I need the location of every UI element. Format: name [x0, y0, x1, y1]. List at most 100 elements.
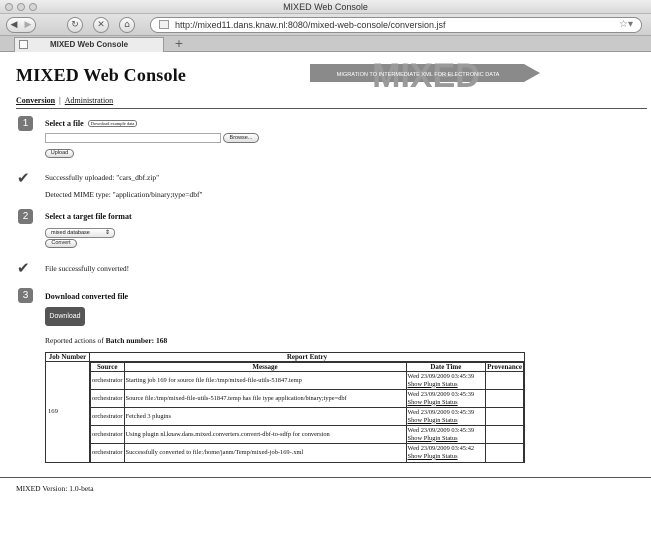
- table-row: orchestrator Using plugin nl.knaw.dans.m…: [90, 425, 524, 444]
- row-source: orchestrator: [90, 407, 125, 426]
- row-datetime: Wed 23/09/2009 03:45:39: [407, 373, 475, 380]
- show-plugin-status-link[interactable]: Show Plugin Status: [408, 453, 485, 461]
- window-title: MIXED Web Console: [283, 2, 368, 12]
- row-provenance: [485, 443, 524, 462]
- upload-button[interactable]: Upload: [45, 149, 74, 158]
- download-button[interactable]: Download: [45, 307, 85, 326]
- upload-success-check-icon: ✔: [17, 169, 30, 187]
- browser-toolbar: ◀ ▶ ↻ ✕ ⌂ http://mixed11.dans.knaw.nl:80…: [0, 14, 651, 36]
- step-3-badge: 3: [18, 288, 33, 303]
- stop-icon: ✕: [97, 20, 105, 30]
- col-provenance: Provenance: [485, 362, 524, 372]
- row-provenance: [485, 407, 524, 426]
- report-entry-cell: Source Message Date Time Provenance orch…: [89, 361, 525, 463]
- close-window-icon[interactable]: [5, 3, 13, 11]
- back-icon[interactable]: ◀: [11, 20, 18, 30]
- minimize-window-icon[interactable]: [17, 3, 25, 11]
- forward-icon[interactable]: ▶: [25, 20, 32, 30]
- step-3-heading: Download converted file: [45, 292, 129, 301]
- mixed-logo-banner: MIXED MIGRATION TO INTERMEDIATE XML FOR …: [310, 57, 540, 90]
- convert-success-check-icon: ✔: [17, 259, 30, 277]
- step-1-heading: Select a file Download example data: [45, 119, 138, 128]
- step-2-heading: Select a target file format: [45, 212, 132, 221]
- address-bar[interactable]: http://mixed11.dans.knaw.nl:8080/mixed-w…: [150, 17, 642, 33]
- page-title: MIXED Web Console: [16, 65, 187, 85]
- report-body-row: 169 Source Message Date Time Provenance …: [45, 361, 525, 463]
- table-row: orchestrator Fetched 3 plugins Wed 23/09…: [90, 407, 524, 426]
- footer-divider: [0, 477, 651, 478]
- show-plugin-status-link[interactable]: Show Plugin Status: [408, 399, 485, 407]
- row-datetime: Wed 23/09/2009 03:45:39: [407, 427, 475, 434]
- step-1-heading-text: Select a file: [45, 119, 84, 128]
- target-format-value: mixed database: [51, 230, 90, 236]
- page-content: MIXED Web Console MIXED MIGRATION TO INT…: [0, 53, 651, 541]
- col-message: Message: [123, 362, 407, 372]
- row-source: orchestrator: [90, 389, 125, 408]
- main-nav: Conversion | Administration: [16, 96, 113, 105]
- col-datetime: Date Time: [405, 362, 487, 372]
- footer-version: MIXED Version: 1.0-beta: [16, 484, 94, 493]
- back-forward-buttons[interactable]: ◀ ▶: [6, 17, 36, 33]
- tab-favicon-icon: [19, 40, 28, 49]
- window-titlebar: MIXED Web Console: [0, 0, 651, 14]
- col-job-number: Job Number: [45, 352, 90, 362]
- row-message: Starting job 169 for source file file:/t…: [123, 371, 407, 390]
- entries-header-row: Source Message Date Time Provenance: [90, 362, 524, 372]
- show-plugin-status-link[interactable]: Show Plugin Status: [408, 417, 485, 425]
- row-message: Fetched 3 plugins: [123, 407, 407, 426]
- download-example-data-link[interactable]: Download example data: [87, 120, 138, 127]
- mime-type-message: Detected MIME type: "application/binary;…: [45, 190, 203, 199]
- nav-link-administration[interactable]: Administration: [65, 96, 113, 105]
- target-format-select[interactable]: mixed database ⇕: [45, 228, 115, 238]
- tab-mixed-web-console[interactable]: MIXED Web Console: [14, 37, 164, 52]
- tab-label: MIXED Web Console: [49, 40, 129, 49]
- step-1-badge: 1: [18, 116, 33, 131]
- row-source: orchestrator: [90, 425, 125, 444]
- address-url: http://mixed11.dans.knaw.nl:8080/mixed-w…: [175, 20, 446, 30]
- table-row: orchestrator Successfully converted to f…: [90, 443, 524, 462]
- report-entries: Source Message Date Time Provenance orch…: [90, 362, 524, 462]
- header-divider: [16, 108, 647, 109]
- row-message: Source file:/tmp/mixed-file-utils-51847.…: [123, 389, 407, 408]
- show-plugin-status-link[interactable]: Show Plugin Status: [408, 435, 485, 443]
- tab-strip: MIXED Web Console +: [0, 36, 651, 52]
- zoom-window-icon[interactable]: [29, 3, 37, 11]
- banner-tagline: MIGRATION TO INTERMEDIATE XML FOR ELECTR…: [337, 72, 500, 78]
- uploaded-message: Successfully uploaded: "cars_dbf.zip": [45, 173, 160, 182]
- job-number-cell: 169: [45, 361, 90, 463]
- converted-message: File successfully converted!: [45, 264, 130, 273]
- stop-button[interactable]: ✕: [93, 17, 109, 33]
- bookmark-star-icon[interactable]: ☆▾: [619, 18, 633, 32]
- row-datetime: Wed 23/09/2009 03:45:39: [407, 391, 475, 398]
- row-source: orchestrator: [90, 371, 125, 390]
- new-tab-button[interactable]: +: [170, 37, 188, 51]
- batch-prefix: Reported actions of: [45, 336, 104, 345]
- reload-icon: ↻: [71, 20, 79, 30]
- table-row: orchestrator Starting job 169 for source…: [90, 371, 524, 390]
- browse-button[interactable]: Browse...: [223, 133, 259, 143]
- row-datetime-cell: Wed 23/09/2009 03:45:39 Show Plugin Statu…: [405, 425, 487, 444]
- row-datetime-cell: Wed 23/09/2009 03:45:39 Show Plugin Statu…: [405, 389, 487, 408]
- report-header-row: Job Number Report Entry: [45, 352, 525, 362]
- step-2-badge: 2: [18, 209, 33, 224]
- row-datetime-cell: Wed 23/09/2009 03:45:39 Show Plugin Statu…: [405, 371, 487, 390]
- row-provenance: [485, 371, 524, 390]
- select-arrows-icon: ⇕: [104, 230, 110, 236]
- row-source: orchestrator: [90, 443, 125, 462]
- row-datetime-cell: Wed 23/09/2009 03:45:42 Show Plugin Statu…: [405, 443, 487, 462]
- row-message: Using plugin nl.knaw.dans.mixed.converte…: [123, 425, 407, 444]
- convert-button[interactable]: Convert: [45, 239, 77, 248]
- reload-button[interactable]: ↻: [67, 17, 83, 33]
- row-datetime-cell: Wed 23/09/2009 03:45:39 Show Plugin Statu…: [405, 407, 487, 426]
- file-path-input[interactable]: [45, 133, 221, 143]
- home-icon: ⌂: [124, 20, 130, 30]
- row-message: Successfully converted to file:/home/jan…: [123, 443, 407, 462]
- col-source: Source: [90, 362, 125, 372]
- row-datetime: Wed 23/09/2009 03:45:42: [407, 445, 475, 453]
- home-button[interactable]: ⌂: [119, 17, 135, 33]
- site-identity-icon[interactable]: [159, 20, 169, 29]
- batch-number: 168: [156, 336, 168, 345]
- show-plugin-status-link[interactable]: Show Plugin Status: [408, 381, 485, 389]
- nav-link-conversion[interactable]: Conversion: [16, 96, 55, 105]
- batch-line: Reported actions of Batch number: 168: [45, 336, 168, 345]
